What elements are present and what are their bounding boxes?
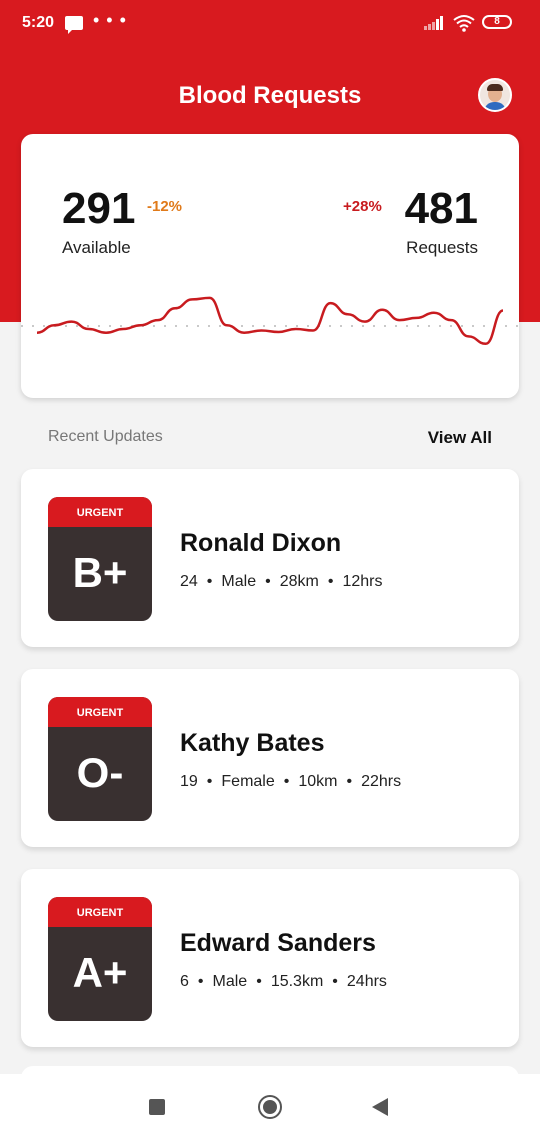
home-icon[interactable] — [258, 1095, 282, 1119]
age: 19 — [180, 773, 198, 790]
available-change: -12% — [147, 198, 183, 215]
stats-card: 291 -12% Available 481 +28% Requests — [21, 134, 519, 398]
status-bar: 5:20 • • • 8 — [0, 0, 540, 48]
requests-label: Requests — [406, 238, 478, 257]
back-icon[interactable] — [372, 1098, 388, 1116]
age: 24 — [180, 573, 198, 590]
blood-type-badge: URGENT O- — [48, 697, 152, 821]
requests-count: 481 — [404, 184, 478, 233]
status-time: 5:20 — [22, 14, 55, 31]
available-label: Available — [62, 238, 131, 257]
message-icon — [65, 16, 83, 34]
battery-icon: 8 — [482, 15, 512, 29]
view-all-link[interactable]: View All — [428, 428, 492, 448]
blood-type-badge: URGENT A+ — [48, 897, 152, 1021]
distance: 28km — [279, 573, 319, 590]
avatar[interactable] — [478, 78, 512, 112]
available-count: 291 — [62, 184, 136, 233]
requester-name: Edward Sanders — [180, 929, 376, 957]
gender: Male — [212, 973, 248, 990]
request-card[interactable]: URGENT A+ Edward Sanders 6 • Male • 15.3km • 2… — [21, 869, 519, 1047]
age: 6 — [180, 973, 189, 990]
request-card[interactable]: URGENT B+ Ronald Dixon 24 • Male • 28km • 12hr… — [21, 469, 519, 647]
signal-icon — [424, 16, 443, 30]
request-meta: 24 • Male • 28km • 12hrs — [180, 573, 383, 590]
request-card[interactable]: URGENT O- Kathy Bates 19 • Female • 10km • 22h… — [21, 669, 519, 847]
gender: Female — [221, 773, 275, 790]
blood-type: O- — [76, 749, 124, 796]
urgent-label: URGENT — [48, 697, 152, 727]
time-ago: 12hrs — [342, 573, 383, 590]
chart-series-line — [36, 296, 504, 346]
requester-name: Ronald Dixon — [180, 529, 342, 557]
urgent-label: URGENT — [48, 497, 152, 527]
recent-updates-label: Recent Updates — [48, 428, 163, 445]
trend-chart — [21, 296, 519, 346]
page-title: Blood Requests — [178, 82, 362, 109]
requests-change: +28% — [343, 198, 382, 215]
time-ago: 22hrs — [361, 773, 402, 790]
request-meta: 6 • Male • 15.3km • 24hrs — [180, 973, 387, 990]
blood-type: A+ — [72, 949, 128, 996]
system-navigation-bar — [0, 1074, 540, 1140]
blood-type-badge: URGENT B+ — [48, 497, 152, 621]
requester-name: Kathy Bates — [180, 729, 325, 757]
more-notifications-icon: • • • — [93, 10, 127, 30]
wifi-icon — [453, 15, 475, 32]
gender: Male — [221, 573, 257, 590]
distance: 10km — [298, 773, 338, 790]
distance: 15.3km — [270, 973, 324, 990]
recents-icon[interactable] — [149, 1099, 165, 1115]
blood-type: B+ — [72, 549, 128, 596]
time-ago: 24hrs — [346, 973, 387, 990]
urgent-label: URGENT — [48, 897, 152, 927]
request-meta: 19 • Female • 10km • 22hrs — [180, 773, 402, 790]
